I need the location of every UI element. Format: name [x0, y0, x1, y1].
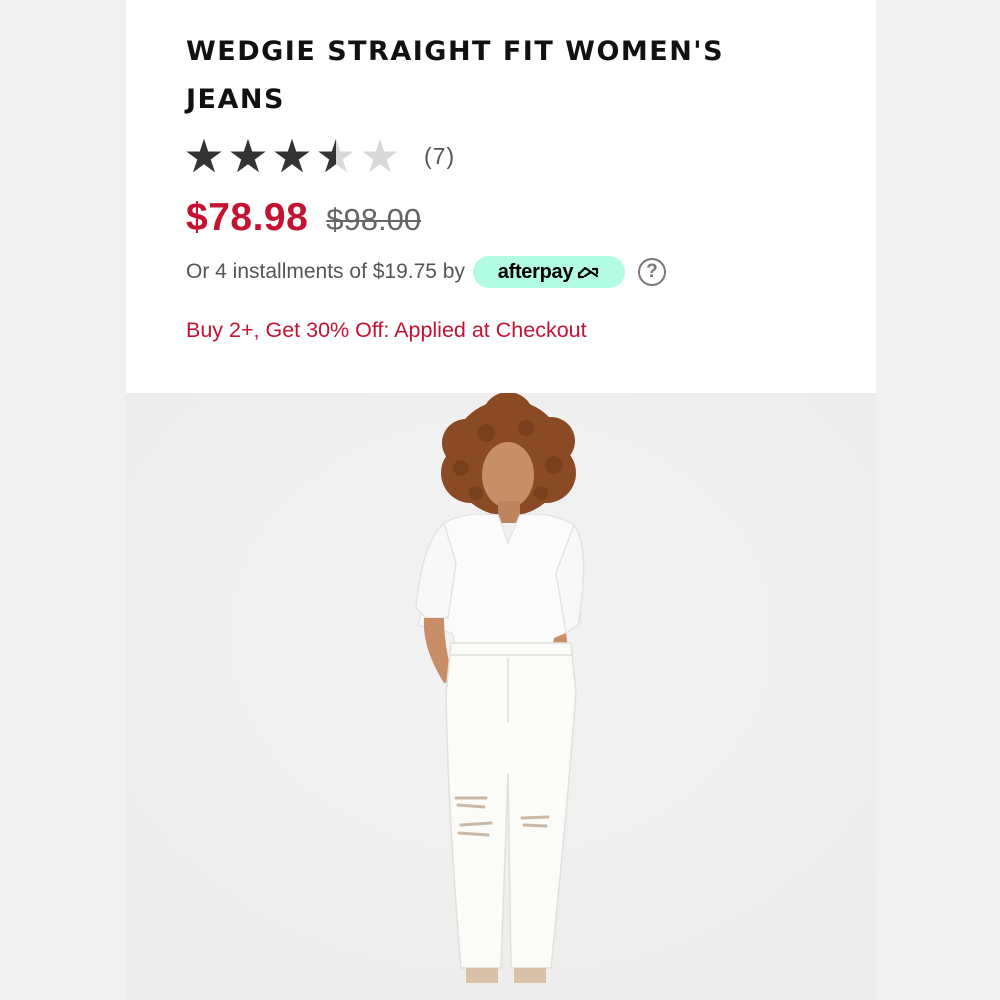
product-photo[interactable] — [126, 393, 876, 1000]
left-margin — [0, 0, 126, 1000]
product-title: WEDGIE STRAIGHT FIT WOMEN'S JEANS — [186, 36, 725, 115]
price-row: $78.98 $98.00 — [186, 196, 421, 240]
afterpay-label: afterpay — [497, 260, 574, 283]
star-rating[interactable]: ★★★★★ ★★★★★ — [182, 134, 404, 178]
afterpay-installments: Or 4 installments of $19.75 by afterpay … — [186, 256, 666, 288]
question-circle-icon[interactable]: ? — [637, 258, 666, 286]
original-price: $98.00 — [326, 202, 422, 237]
star-icon: ★ — [314, 134, 336, 178]
star-icon: ★ — [271, 134, 313, 178]
right-margin — [876, 0, 1000, 1000]
promo-message: Buy 2+, Get 30% Off: Applied at Checkout — [186, 318, 587, 342]
star-icon: ★ — [359, 134, 401, 178]
sale-price: $78.98 — [186, 196, 309, 239]
star-icon: ★ — [227, 134, 269, 178]
rating-row[interactable]: ★★★★★ ★★★★★ (7) — [182, 134, 455, 178]
star-icon: ★ — [183, 134, 225, 178]
product-info-card: WEDGIE STRAIGHT FIT WOMEN'S JEANS ★★★★★ … — [126, 0, 876, 393]
star-rating-filled: ★★★★★ — [182, 134, 336, 178]
model-image — [126, 393, 876, 1000]
review-count-link[interactable]: (7) — [424, 143, 455, 170]
afterpay-loop-icon — [578, 266, 599, 279]
installments-text: Or 4 installments of $19.75 by — [186, 260, 465, 283]
afterpay-badge[interactable]: afterpay — [472, 256, 625, 288]
